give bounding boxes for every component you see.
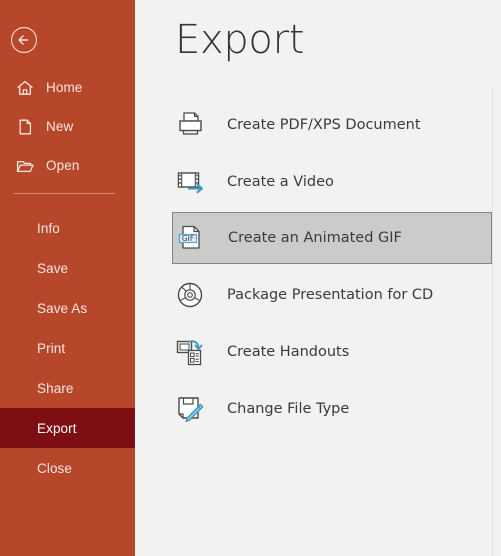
cd-disc-icon bbox=[172, 277, 208, 313]
export-option-label: Create an Animated GIF bbox=[228, 230, 402, 246]
sidebar-item-print[interactable]: Print bbox=[0, 328, 135, 368]
film-strip-arrow-icon bbox=[172, 164, 208, 200]
sidebar-item-share[interactable]: Share bbox=[0, 368, 135, 408]
printer-document-icon bbox=[172, 107, 208, 143]
open-folder-icon bbox=[14, 155, 36, 177]
sidebar-divider bbox=[14, 193, 115, 194]
home-icon bbox=[14, 77, 36, 99]
export-option-create-video[interactable]: Create a Video bbox=[135, 153, 501, 210]
export-option-label: Create PDF/XPS Document bbox=[227, 116, 421, 133]
sidebar-item-open[interactable]: Open bbox=[0, 146, 135, 185]
export-option-label: Package Presentation for CD bbox=[227, 286, 434, 303]
sidebar-item-label: Home bbox=[46, 80, 83, 95]
export-pane: Export Create PDF/XPS Document Create a … bbox=[135, 0, 501, 556]
gif-document-icon: GIF bbox=[173, 220, 209, 256]
sidebar-item-new[interactable]: New bbox=[0, 107, 135, 146]
export-option-label: Change File Type bbox=[227, 400, 350, 417]
back-arrow-icon[interactable] bbox=[10, 26, 38, 54]
sidebar-item-home[interactable]: Home bbox=[0, 68, 135, 107]
handouts-icon bbox=[172, 334, 208, 370]
sidebar-item-export[interactable]: Export bbox=[0, 408, 135, 448]
export-option-package-for-cd[interactable]: Package Presentation for CD bbox=[135, 266, 501, 323]
export-option-create-animated-gif[interactable]: GIF Create an Animated GIF bbox=[172, 212, 492, 264]
sidebar-item-label: New bbox=[46, 119, 74, 134]
sidebar-primary-nav: Home New Open bbox=[0, 68, 135, 185]
export-option-label: Create a Video bbox=[227, 173, 334, 190]
page-title: Export bbox=[175, 17, 305, 63]
backstage-sidebar: Home New Open Info Save Save As Print Sh… bbox=[0, 0, 135, 556]
export-option-label: Create Handouts bbox=[227, 343, 350, 360]
file-type-pencil-icon bbox=[172, 391, 208, 427]
new-document-icon bbox=[14, 116, 36, 138]
back-arrow-glyph bbox=[10, 26, 38, 54]
export-option-change-file-type[interactable]: Change File Type bbox=[135, 380, 501, 437]
sidebar-item-label: Open bbox=[46, 158, 80, 173]
sidebar-secondary-nav: Info Save Save As Print Share Export Clo… bbox=[0, 208, 135, 488]
sidebar-item-close[interactable]: Close bbox=[0, 448, 135, 488]
sidebar-item-info[interactable]: Info bbox=[0, 208, 135, 248]
export-option-create-pdf-xps[interactable]: Create PDF/XPS Document bbox=[135, 96, 501, 153]
export-option-create-handouts[interactable]: Create Handouts bbox=[135, 323, 501, 380]
sidebar-item-save[interactable]: Save bbox=[0, 248, 135, 288]
export-options-list: Create PDF/XPS Document Create a Video G… bbox=[135, 96, 501, 437]
svg-text:GIF: GIF bbox=[182, 234, 194, 243]
sidebar-item-save-as[interactable]: Save As bbox=[0, 288, 135, 328]
export-option-create-gif-wrapper: GIF Create an Animated GIF bbox=[135, 210, 501, 266]
backstage-view: Home New Open Info Save Save As Print Sh… bbox=[0, 0, 501, 556]
